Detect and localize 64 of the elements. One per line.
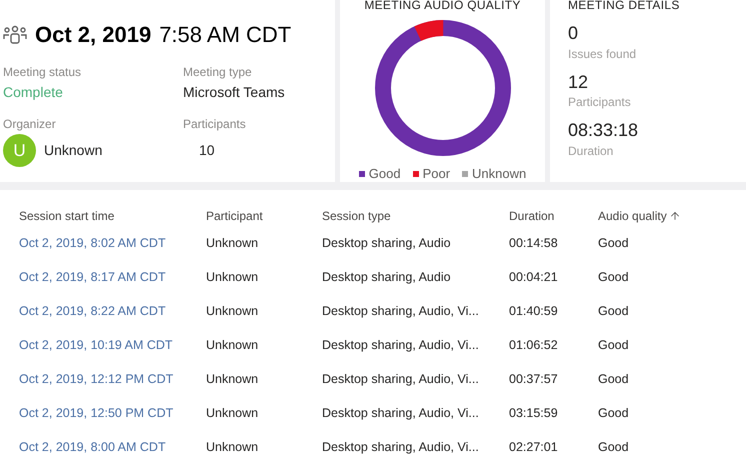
field-label: Meeting status: [3, 64, 82, 81]
table-cell: Good: [598, 440, 629, 454]
table-cell: 00:37:57: [509, 372, 558, 386]
card-title: MEETING AUDIO QUALITY: [364, 0, 521, 14]
meeting-time: 7:58 AM CDT: [159, 21, 292, 49]
field-value: Microsoft Teams: [183, 83, 286, 102]
table-cell: 02:27:01: [509, 440, 558, 454]
session-link[interactable]: Oct 2, 2019, 8:22 AM CDT: [19, 304, 166, 318]
stat-value: 12: [568, 70, 590, 93]
table-cell: Good: [598, 270, 629, 284]
table-cell: 01:06:52: [509, 338, 558, 352]
avatar: U: [3, 134, 36, 167]
table-cell: Desktop sharing, Audio, Vi...: [322, 304, 479, 318]
table-cell: 00:04:21: [509, 270, 558, 284]
table-cell: Unknown: [206, 270, 258, 284]
table-cell: Desktop sharing, Audio, Vi...: [322, 372, 479, 386]
sort-ascending-icon: [668, 210, 681, 222]
table-cell: Unknown: [206, 372, 258, 386]
table-cell: Good: [598, 372, 629, 386]
legend-label: Poor: [422, 165, 450, 183]
table-cell: 00:14:58: [509, 236, 558, 250]
column-header[interactable]: Session start time: [19, 207, 114, 225]
table-cell: 03:15:59: [509, 406, 558, 420]
session-link[interactable]: Oct 2, 2019, 8:17 AM CDT: [19, 270, 166, 284]
table-cell: Desktop sharing, Audio, Vi...: [322, 406, 479, 420]
session-link[interactable]: Oct 2, 2019, 10:19 AM CDT: [19, 338, 173, 352]
organizer-name: Unknown: [44, 141, 102, 160]
field-label: Participants: [183, 116, 247, 133]
status-value: Complete: [3, 83, 64, 102]
table-cell: Good: [598, 338, 629, 352]
table-cell: Unknown: [206, 338, 258, 352]
column-header[interactable]: Session type: [322, 207, 391, 225]
legend-label: Good: [368, 165, 401, 183]
stat-label: Issues found: [568, 46, 638, 62]
table-cell: Desktop sharing, Audio, Vi...: [322, 338, 479, 352]
stat-value: 08:33:18: [568, 119, 640, 142]
table-cell: Good: [598, 236, 629, 250]
table-cell: 01:40:59: [509, 304, 558, 318]
session-link[interactable]: Oct 2, 2019, 12:12 PM CDT: [19, 372, 174, 386]
people-icon: [3, 24, 27, 44]
table-cell: Good: [598, 406, 629, 420]
stat-value: 0: [568, 22, 580, 44]
legend-label: Unknown: [472, 165, 526, 183]
stat-label: Participants: [568, 94, 632, 111]
meeting-date: Oct 2, 2019: [35, 21, 152, 49]
field-label: Organizer: [3, 116, 57, 133]
session-link[interactable]: Oct 2, 2019, 8:00 AM CDT: [19, 440, 166, 454]
table-cell: Unknown: [206, 440, 258, 454]
table-cell: Desktop sharing, Audio: [322, 270, 451, 284]
column-header[interactable]: Duration: [509, 207, 554, 225]
field-label: Meeting type: [183, 64, 253, 81]
table-cell: Unknown: [206, 406, 258, 420]
session-link[interactable]: Oct 2, 2019, 8:02 AM CDT: [19, 236, 166, 250]
table-cell: Desktop sharing, Audio, Vi...: [322, 440, 479, 454]
table-cell: Desktop sharing, Audio: [322, 236, 451, 250]
table-cell: Unknown: [206, 236, 258, 250]
participant-count: 10: [198, 141, 216, 160]
column-header[interactable]: Audio quality: [598, 207, 681, 225]
session-link[interactable]: Oct 2, 2019, 12:50 PM CDT: [19, 406, 174, 420]
stat-label: Duration: [568, 142, 614, 160]
table-cell: Good: [598, 304, 629, 318]
column-header[interactable]: Participant: [206, 207, 263, 225]
table-cell: Unknown: [206, 304, 258, 318]
card-title: MEETING DETAILS: [568, 0, 681, 14]
